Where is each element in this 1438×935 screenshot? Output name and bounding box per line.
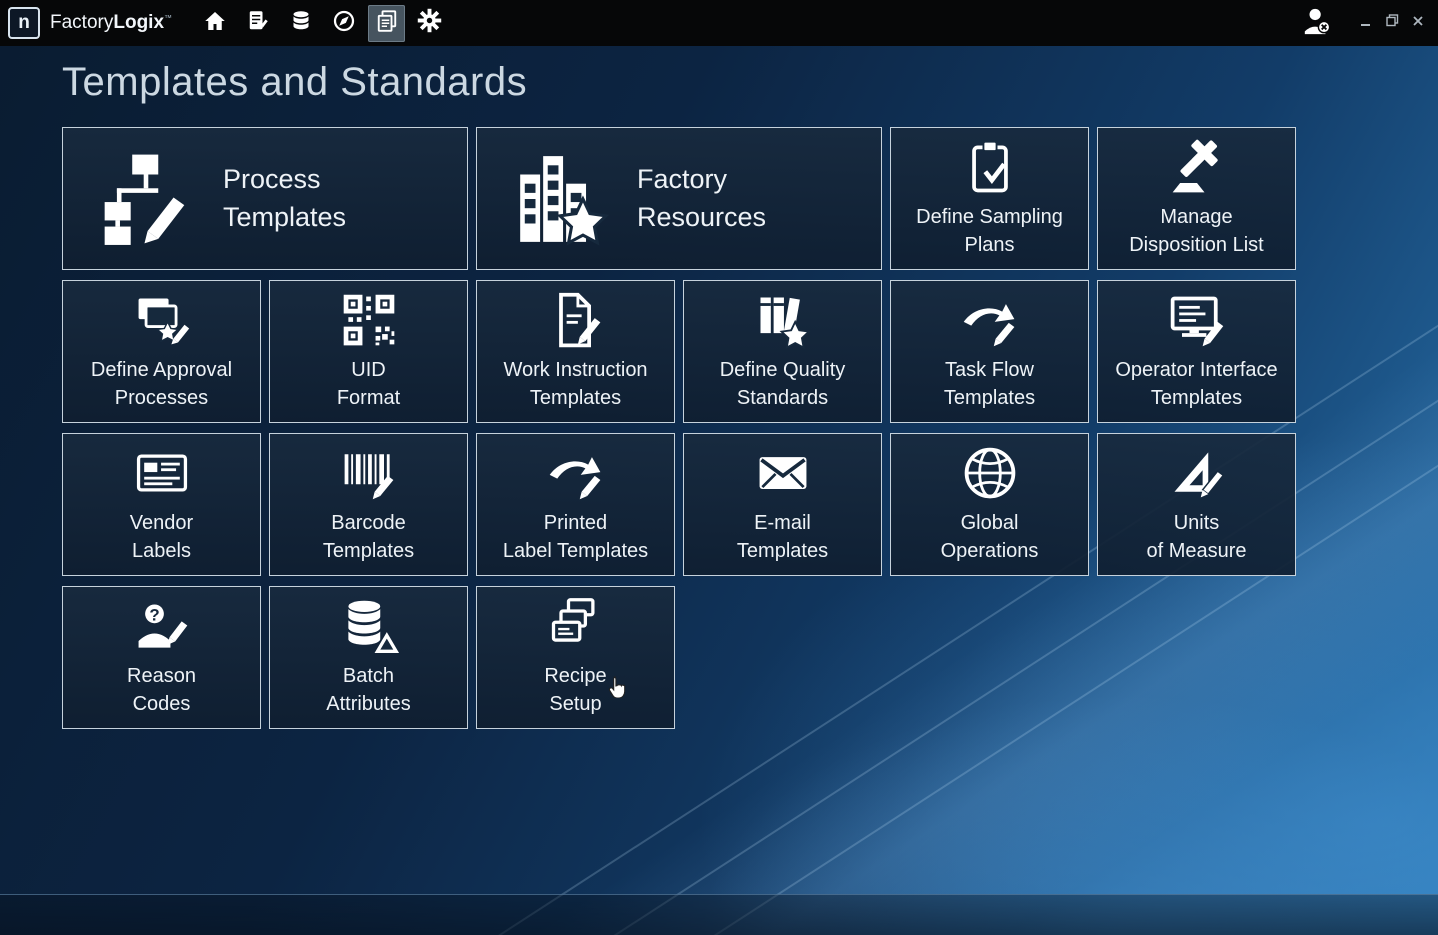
books-star-icon bbox=[753, 290, 813, 350]
close-button[interactable] bbox=[1408, 14, 1428, 32]
set-square-pencil-icon bbox=[1167, 443, 1227, 503]
tile-label: Task FlowTemplates bbox=[944, 357, 1035, 412]
tile-operator-interface-templates[interactable]: Operator InterfaceTemplates bbox=[1097, 280, 1296, 423]
tile-task-flow-templates[interactable]: Task FlowTemplates bbox=[890, 280, 1089, 423]
database-triangle-icon bbox=[339, 596, 399, 656]
tile-label: Define QualityStandards bbox=[720, 357, 846, 412]
tile-label: RecipeSetup bbox=[544, 663, 606, 718]
templates-icon bbox=[375, 9, 399, 38]
clipboard-check-icon bbox=[960, 137, 1020, 197]
tile-label: Work InstructionTemplates bbox=[503, 357, 647, 412]
tile-label: Define ApprovalProcesses bbox=[91, 357, 232, 412]
trademark: ™ bbox=[164, 14, 172, 23]
templates-tile-grid: ProcessTemplates FactoryResources Define… bbox=[62, 127, 1296, 729]
compass-icon bbox=[332, 9, 356, 38]
nav-templates-button[interactable] bbox=[368, 5, 405, 42]
topbar-right-controls bbox=[1300, 7, 1438, 39]
tile-recipe-setup[interactable]: RecipeSetup bbox=[476, 586, 675, 729]
label-card-icon bbox=[132, 443, 192, 503]
qr-code-icon bbox=[339, 290, 399, 350]
factory-star-icon bbox=[511, 150, 609, 248]
restore-icon bbox=[1386, 14, 1399, 32]
tile-barcode-templates[interactable]: BarcodeTemplates bbox=[269, 433, 468, 576]
org-chart-pencil-icon bbox=[97, 150, 195, 248]
tile-factory-resources[interactable]: FactoryResources bbox=[476, 127, 882, 270]
nav-production-button[interactable] bbox=[282, 5, 319, 42]
arrow-pencil-icon bbox=[960, 290, 1020, 350]
user-logout-icon bbox=[1302, 6, 1332, 41]
tile-label: BarcodeTemplates bbox=[323, 510, 414, 565]
gear-icon bbox=[417, 8, 442, 38]
tile-label: ProcessTemplates bbox=[223, 161, 346, 236]
brand-part2: Logix bbox=[113, 12, 164, 33]
document-pencil-icon bbox=[546, 290, 606, 350]
barcode-pencil-icon bbox=[339, 443, 399, 503]
tile-label: UIDFormat bbox=[337, 357, 400, 412]
tile-work-instruction-templates[interactable]: Work InstructionTemplates bbox=[476, 280, 675, 423]
tile-label: VendorLabels bbox=[130, 510, 193, 565]
minimize-button[interactable] bbox=[1356, 14, 1376, 32]
envelope-icon bbox=[753, 443, 813, 503]
logo-letter: n bbox=[18, 12, 30, 34]
tile-label: E-mailTemplates bbox=[737, 510, 828, 565]
nav-settings-button[interactable] bbox=[411, 5, 448, 42]
nav-npi-button[interactable] bbox=[239, 5, 276, 42]
stacked-windows-icon bbox=[546, 596, 606, 656]
globe-icon bbox=[960, 443, 1020, 503]
svg-text:?: ? bbox=[149, 606, 159, 625]
document-pencil-icon bbox=[246, 9, 270, 38]
brand-name: FactoryLogix™ bbox=[50, 12, 172, 34]
tile-uid-format[interactable]: UIDFormat bbox=[269, 280, 468, 423]
factorylogix-logo: n bbox=[8, 7, 40, 39]
logoff-user-button[interactable] bbox=[1300, 7, 1334, 39]
tile-printed-label-templates[interactable]: PrintedLabel Templates bbox=[476, 433, 675, 576]
nav-home-button[interactable] bbox=[196, 5, 233, 42]
page-title: Templates and Standards bbox=[62, 60, 527, 105]
minimize-icon bbox=[1360, 14, 1372, 32]
close-icon bbox=[1412, 14, 1424, 32]
tile-label: BatchAttributes bbox=[326, 663, 410, 718]
tile-define-approval-processes[interactable]: Define ApprovalProcesses bbox=[62, 280, 261, 423]
tile-label: GlobalOperations bbox=[941, 510, 1039, 565]
tile-define-sampling-plans[interactable]: Define SamplingPlans bbox=[890, 127, 1089, 270]
tile-batch-attributes[interactable]: BatchAttributes bbox=[269, 586, 468, 729]
tile-define-quality-standards[interactable]: Define QualityStandards bbox=[683, 280, 882, 423]
gavel-icon bbox=[1167, 137, 1227, 197]
window-bottom-strip bbox=[0, 894, 1438, 935]
tile-label: Define SamplingPlans bbox=[916, 204, 1063, 259]
tile-units-of-measure[interactable]: Unitsof Measure bbox=[1097, 433, 1296, 576]
home-icon bbox=[203, 9, 227, 38]
tile-vendor-labels[interactable]: VendorLabels bbox=[62, 433, 261, 576]
tile-label: ReasonCodes bbox=[127, 663, 196, 718]
tile-reason-codes[interactable]: ? ReasonCodes bbox=[62, 586, 261, 729]
restore-button[interactable] bbox=[1382, 14, 1402, 32]
tile-process-templates[interactable]: ProcessTemplates bbox=[62, 127, 468, 270]
factorylogix-window: n FactoryLogix™ bbox=[0, 0, 1438, 935]
brand-part1: Factory bbox=[50, 12, 113, 33]
tile-email-templates[interactable]: E-mailTemplates bbox=[683, 433, 882, 576]
database-icon bbox=[289, 9, 313, 38]
tile-label: ManageDisposition List bbox=[1129, 204, 1264, 259]
tile-global-operations[interactable]: GlobalOperations bbox=[890, 433, 1089, 576]
cursor-pointer bbox=[608, 676, 626, 703]
person-question-pencil-icon: ? bbox=[132, 596, 192, 656]
arrow-pencil-icon bbox=[546, 443, 606, 503]
monitor-pencil-icon bbox=[1167, 290, 1227, 350]
cards-star-pencil-icon bbox=[132, 290, 192, 350]
top-bar: n FactoryLogix™ bbox=[0, 0, 1438, 46]
tile-label: Unitsof Measure bbox=[1146, 510, 1246, 565]
tile-label: Operator InterfaceTemplates bbox=[1115, 357, 1277, 412]
nav-analytics-button[interactable] bbox=[325, 5, 362, 42]
tile-manage-disposition-list[interactable]: ManageDisposition List bbox=[1097, 127, 1296, 270]
tile-label: FactoryResources bbox=[637, 161, 766, 236]
tile-label: PrintedLabel Templates bbox=[503, 510, 648, 565]
